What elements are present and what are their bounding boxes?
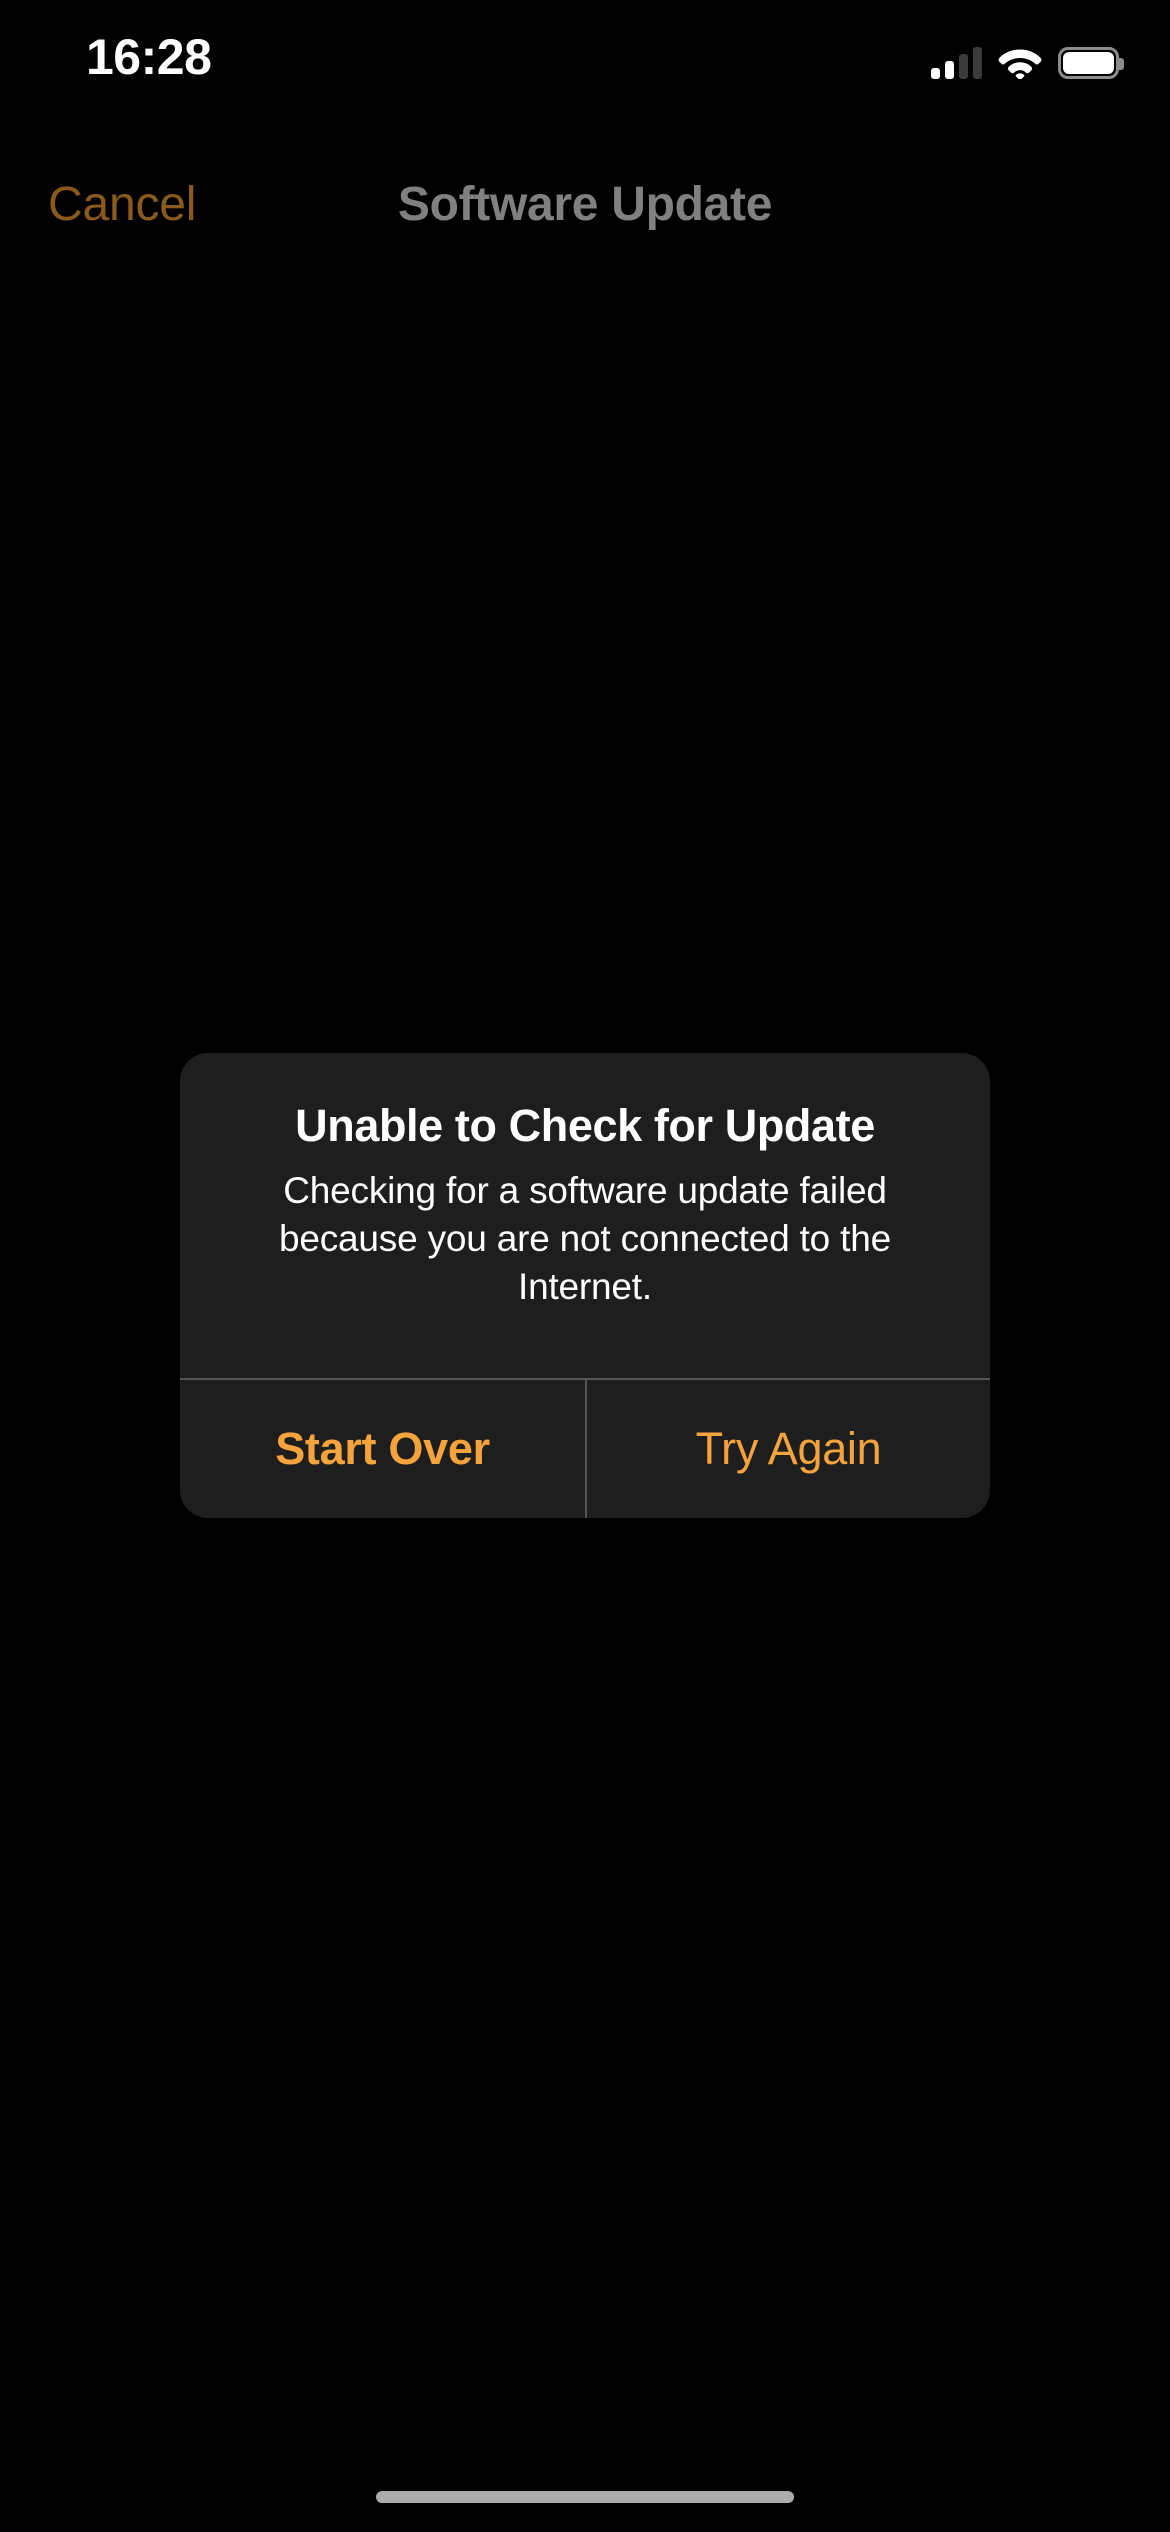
battery-cap [1119, 58, 1124, 70]
start-over-button[interactable]: Start Over [180, 1380, 585, 1518]
alert-message: Checking for a software update failed be… [279, 1170, 891, 1307]
page-title: Software Update [397, 178, 773, 231]
status-bar-clock: 16:28 [86, 29, 212, 85]
cellular-bar-4 [973, 47, 982, 79]
alert-title: Unable to Check for Update [295, 1100, 875, 1151]
home-indicator[interactable] [376, 2491, 794, 2503]
iphone-screen: 16:28 Cancel Software Update Unable to C… [0, 0, 1170, 2532]
battery-fill [1063, 52, 1114, 74]
battery-icon [1058, 47, 1124, 79]
status-bar: 16:28 [0, 0, 1170, 110]
cellular-bar-3 [959, 54, 968, 79]
cellular-bar-1 [931, 68, 940, 79]
navigation-bar: Cancel Software Update [0, 160, 1170, 250]
cellular-signal-icon [931, 45, 982, 79]
cellular-bar-2 [945, 61, 954, 79]
alert-dialog: Unable to Check for Update Checking for … [180, 1053, 990, 1518]
status-bar-indicators [931, 33, 1124, 79]
try-again-button[interactable]: Try Again [585, 1380, 990, 1518]
alert-action-row: Start Over Try Again [180, 1378, 990, 1518]
wifi-icon [998, 49, 1042, 79]
alert-content: Unable to Check for Update Checking for … [180, 1053, 990, 1378]
